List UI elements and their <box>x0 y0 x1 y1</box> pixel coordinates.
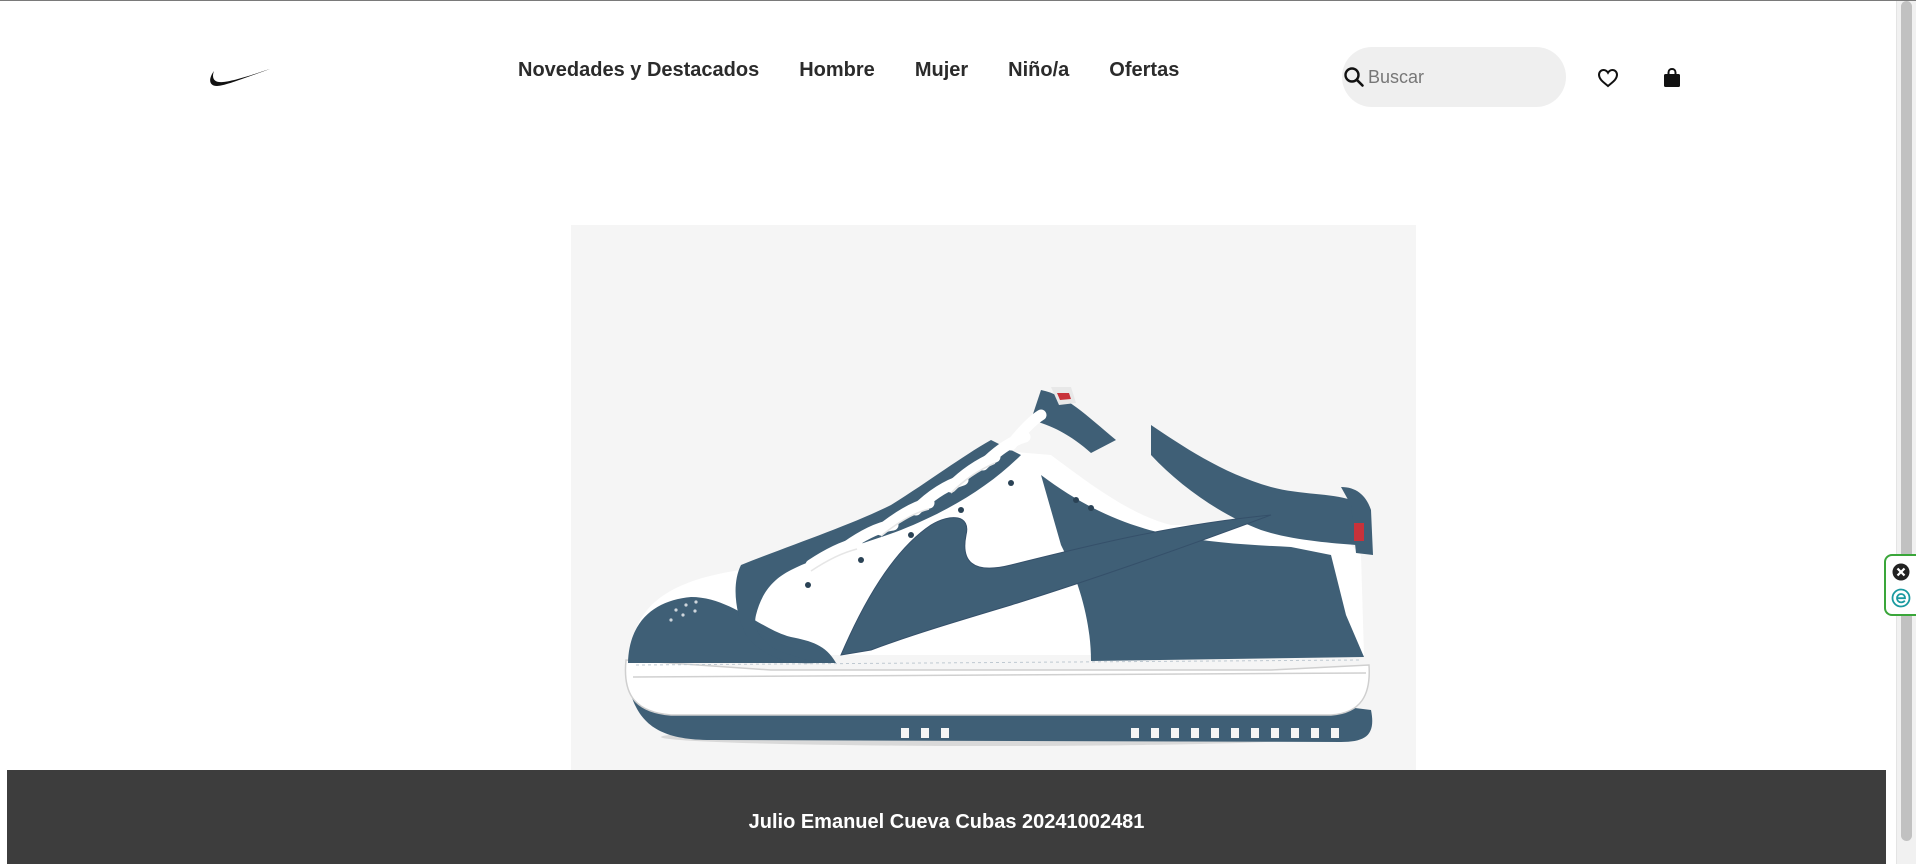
nav-item-ofertas[interactable]: Ofertas <box>1109 59 1179 82</box>
page-scrollbar[interactable] <box>1896 1 1916 864</box>
e-icon[interactable] <box>1890 587 1912 609</box>
footer-credit: Julio Emanuel Cueva Cubas 20241002481 <box>748 811 1145 833</box>
sneaker-image <box>571 225 1416 771</box>
shopping-bag-icon[interactable] <box>1659 65 1685 91</box>
extension-widget <box>1884 554 1916 616</box>
nav-item-nino[interactable]: Niño/a <box>1008 59 1069 82</box>
nav-item-hombre[interactable]: Hombre <box>799 59 875 82</box>
search-input[interactable] <box>1368 66 1548 88</box>
nav-item-mujer[interactable]: Mujer <box>915 59 968 82</box>
main-nav: Novedades y Destacados Hombre Mujer Niño… <box>518 55 1179 85</box>
heart-icon[interactable] <box>1595 65 1621 91</box>
search-icon[interactable] <box>1342 65 1366 89</box>
browser-viewport: Novedades y Destacados Hombre Mujer Niño… <box>0 0 1916 864</box>
site-footer: Julio Emanuel Cueva Cubas 20241002481 <box>7 770 1886 864</box>
nike-swoosh-icon[interactable] <box>206 59 272 91</box>
search-box[interactable] <box>1342 47 1566 107</box>
scrollbar-thumb[interactable] <box>1901 1 1912 841</box>
close-circle-icon[interactable] <box>1890 561 1912 583</box>
page: Novedades y Destacados Hombre Mujer Niño… <box>0 1 1896 864</box>
nav-item-novedades[interactable]: Novedades y Destacados <box>518 59 759 82</box>
site-header: Novedades y Destacados Hombre Mujer Niño… <box>0 1 1896 151</box>
